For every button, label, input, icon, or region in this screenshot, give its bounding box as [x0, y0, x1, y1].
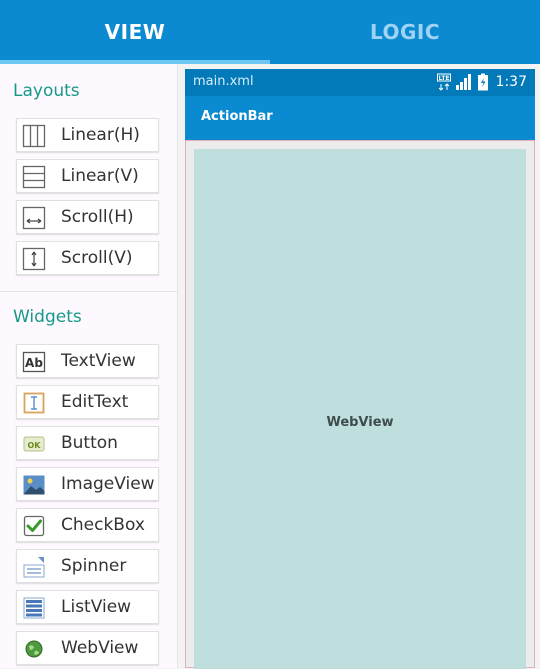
- button-ok-icon: OK: [23, 436, 45, 452]
- top-tab-bar: VIEW LOGIC: [0, 0, 540, 64]
- palette-item-label: Linear(H): [61, 125, 140, 145]
- palette-item-button[interactable]: OK Button: [16, 426, 159, 460]
- section-divider: [0, 291, 177, 292]
- palette-item-label: Button: [61, 433, 118, 453]
- palette-item-scroll-h[interactable]: Scroll(H): [16, 200, 159, 234]
- linear-horizontal-icon: [22, 124, 46, 148]
- webview-label: WebView: [326, 415, 394, 430]
- action-bar[interactable]: ActionBar: [185, 96, 535, 140]
- battery-charging-icon: [477, 73, 488, 91]
- svg-text:OK: OK: [28, 441, 42, 450]
- checkbox-icon: [23, 515, 45, 537]
- scroll-horizontal-icon: [22, 206, 46, 230]
- palette-item-linear-h[interactable]: Linear(H): [16, 118, 159, 152]
- palette-item-linear-v[interactable]: Linear(V): [16, 159, 159, 193]
- palette-item-label: CheckBox: [61, 515, 145, 535]
- palette-item-checkbox[interactable]: CheckBox: [16, 508, 159, 542]
- status-icons: LTE 1:37: [436, 73, 527, 91]
- layout-content-area[interactable]: WebView: [185, 140, 535, 669]
- layouts-section-title: Layouts: [13, 81, 80, 101]
- palette-item-webview[interactable]: WebView: [16, 631, 159, 665]
- lte-icon: LTE: [436, 73, 451, 91]
- action-bar-title: ActionBar: [201, 109, 273, 124]
- clock-time: 1:37: [495, 74, 527, 90]
- spinner-icon: [23, 557, 45, 578]
- tab-logic[interactable]: LOGIC: [270, 0, 540, 64]
- palette-item-label: EditText: [61, 392, 129, 412]
- widgets-section-title: Widgets: [13, 307, 82, 327]
- edittext-icon: [23, 392, 45, 414]
- textview-icon: Ab: [22, 351, 46, 373]
- palette-item-label: Scroll(V): [61, 248, 133, 268]
- image-icon: [23, 475, 45, 495]
- palette-item-textview[interactable]: Ab TextView: [16, 344, 159, 378]
- palette-item-imageview[interactable]: ImageView: [16, 467, 159, 501]
- palette-item-spinner[interactable]: Spinner: [16, 549, 159, 583]
- scroll-vertical-icon: [22, 247, 46, 271]
- listview-icon: [23, 597, 45, 619]
- status-bar: main.xml LTE 1:37: [185, 69, 535, 96]
- widget-palette[interactable]: Layouts Linear(H) Linear(V) Scroll(H) Sc…: [0, 64, 178, 668]
- palette-item-label: ImageView: [61, 474, 155, 494]
- palette-item-label: TextView: [61, 351, 136, 371]
- file-name: main.xml: [193, 74, 254, 89]
- layout-preview[interactable]: main.xml LTE 1:37 ActionBar WebView: [185, 69, 535, 669]
- palette-item-label: Scroll(H): [61, 207, 134, 227]
- palette-item-label: WebView: [61, 638, 139, 658]
- palette-item-listview[interactable]: ListView: [16, 590, 159, 624]
- webview-widget[interactable]: WebView: [194, 149, 526, 669]
- globe-icon: [25, 640, 43, 658]
- palette-item-label: ListView: [61, 597, 132, 617]
- palette-item-label: Linear(V): [61, 166, 139, 186]
- tab-view[interactable]: VIEW: [0, 0, 270, 64]
- linear-vertical-icon: [22, 165, 46, 189]
- lte-label: LTE: [438, 75, 449, 82]
- signal-strength-icon: [455, 74, 471, 90]
- svg-text:Ab: Ab: [25, 356, 43, 370]
- palette-item-label: Spinner: [61, 556, 127, 576]
- palette-item-scroll-v[interactable]: Scroll(V): [16, 241, 159, 275]
- palette-item-edittext[interactable]: EditText: [16, 385, 159, 419]
